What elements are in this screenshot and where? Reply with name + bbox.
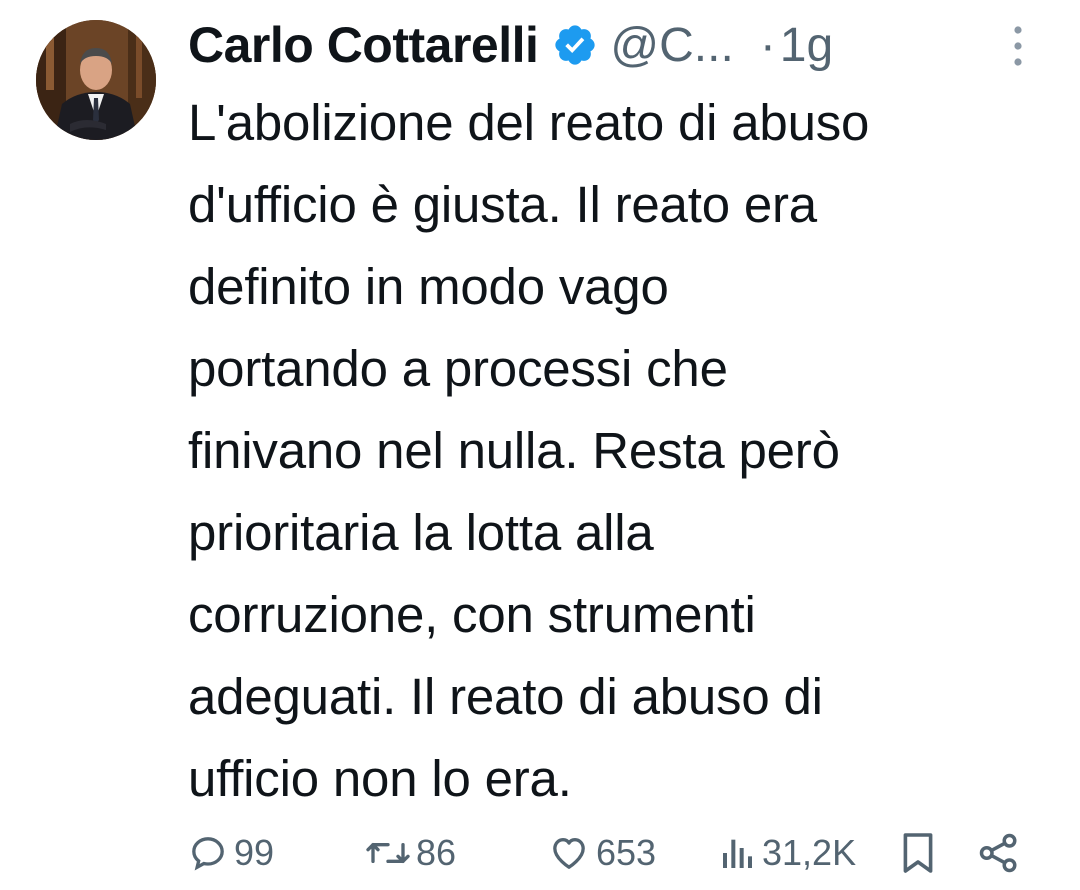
- tweet-text: L'abolizione del reato di abuso d'uffici…: [188, 94, 870, 807]
- like-button[interactable]: 653: [548, 825, 656, 881]
- bookmark-icon: [900, 831, 936, 875]
- views-button[interactable]: 31,2K: [720, 825, 856, 881]
- views-count: 31,2K: [762, 832, 857, 873]
- separator-dot: ·: [759, 18, 776, 72]
- heart-icon: [548, 833, 590, 873]
- repost-icon: [366, 833, 410, 873]
- reply-count: 99: [234, 832, 275, 873]
- share-button[interactable]: [978, 825, 1020, 881]
- reply-button[interactable]: 99: [188, 825, 274, 881]
- tweet-header: Carlo Cottarelli @C... · 1g: [188, 10, 1048, 80]
- bookmark-button[interactable]: [900, 825, 936, 881]
- tweet-time[interactable]: 1g: [780, 18, 833, 73]
- author-name[interactable]: Carlo Cottarelli: [188, 16, 539, 74]
- views-icon: [720, 833, 756, 873]
- repost-button[interactable]: 86: [366, 825, 456, 881]
- verified-badge-icon: [552, 22, 598, 68]
- like-count: 653: [596, 832, 657, 873]
- share-icon: [978, 832, 1020, 874]
- tweet-actions: 99 86 653 31,2K: [188, 825, 1048, 881]
- reply-icon: [188, 833, 228, 873]
- tweet[interactable]: Carlo Cottarelli @C... · 1g L'abolizione…: [0, 0, 1080, 890]
- repost-count: 86: [416, 832, 457, 873]
- author-handle[interactable]: @C...: [610, 18, 733, 73]
- more-vertical-icon[interactable]: [1012, 24, 1024, 68]
- avatar[interactable]: [36, 20, 156, 140]
